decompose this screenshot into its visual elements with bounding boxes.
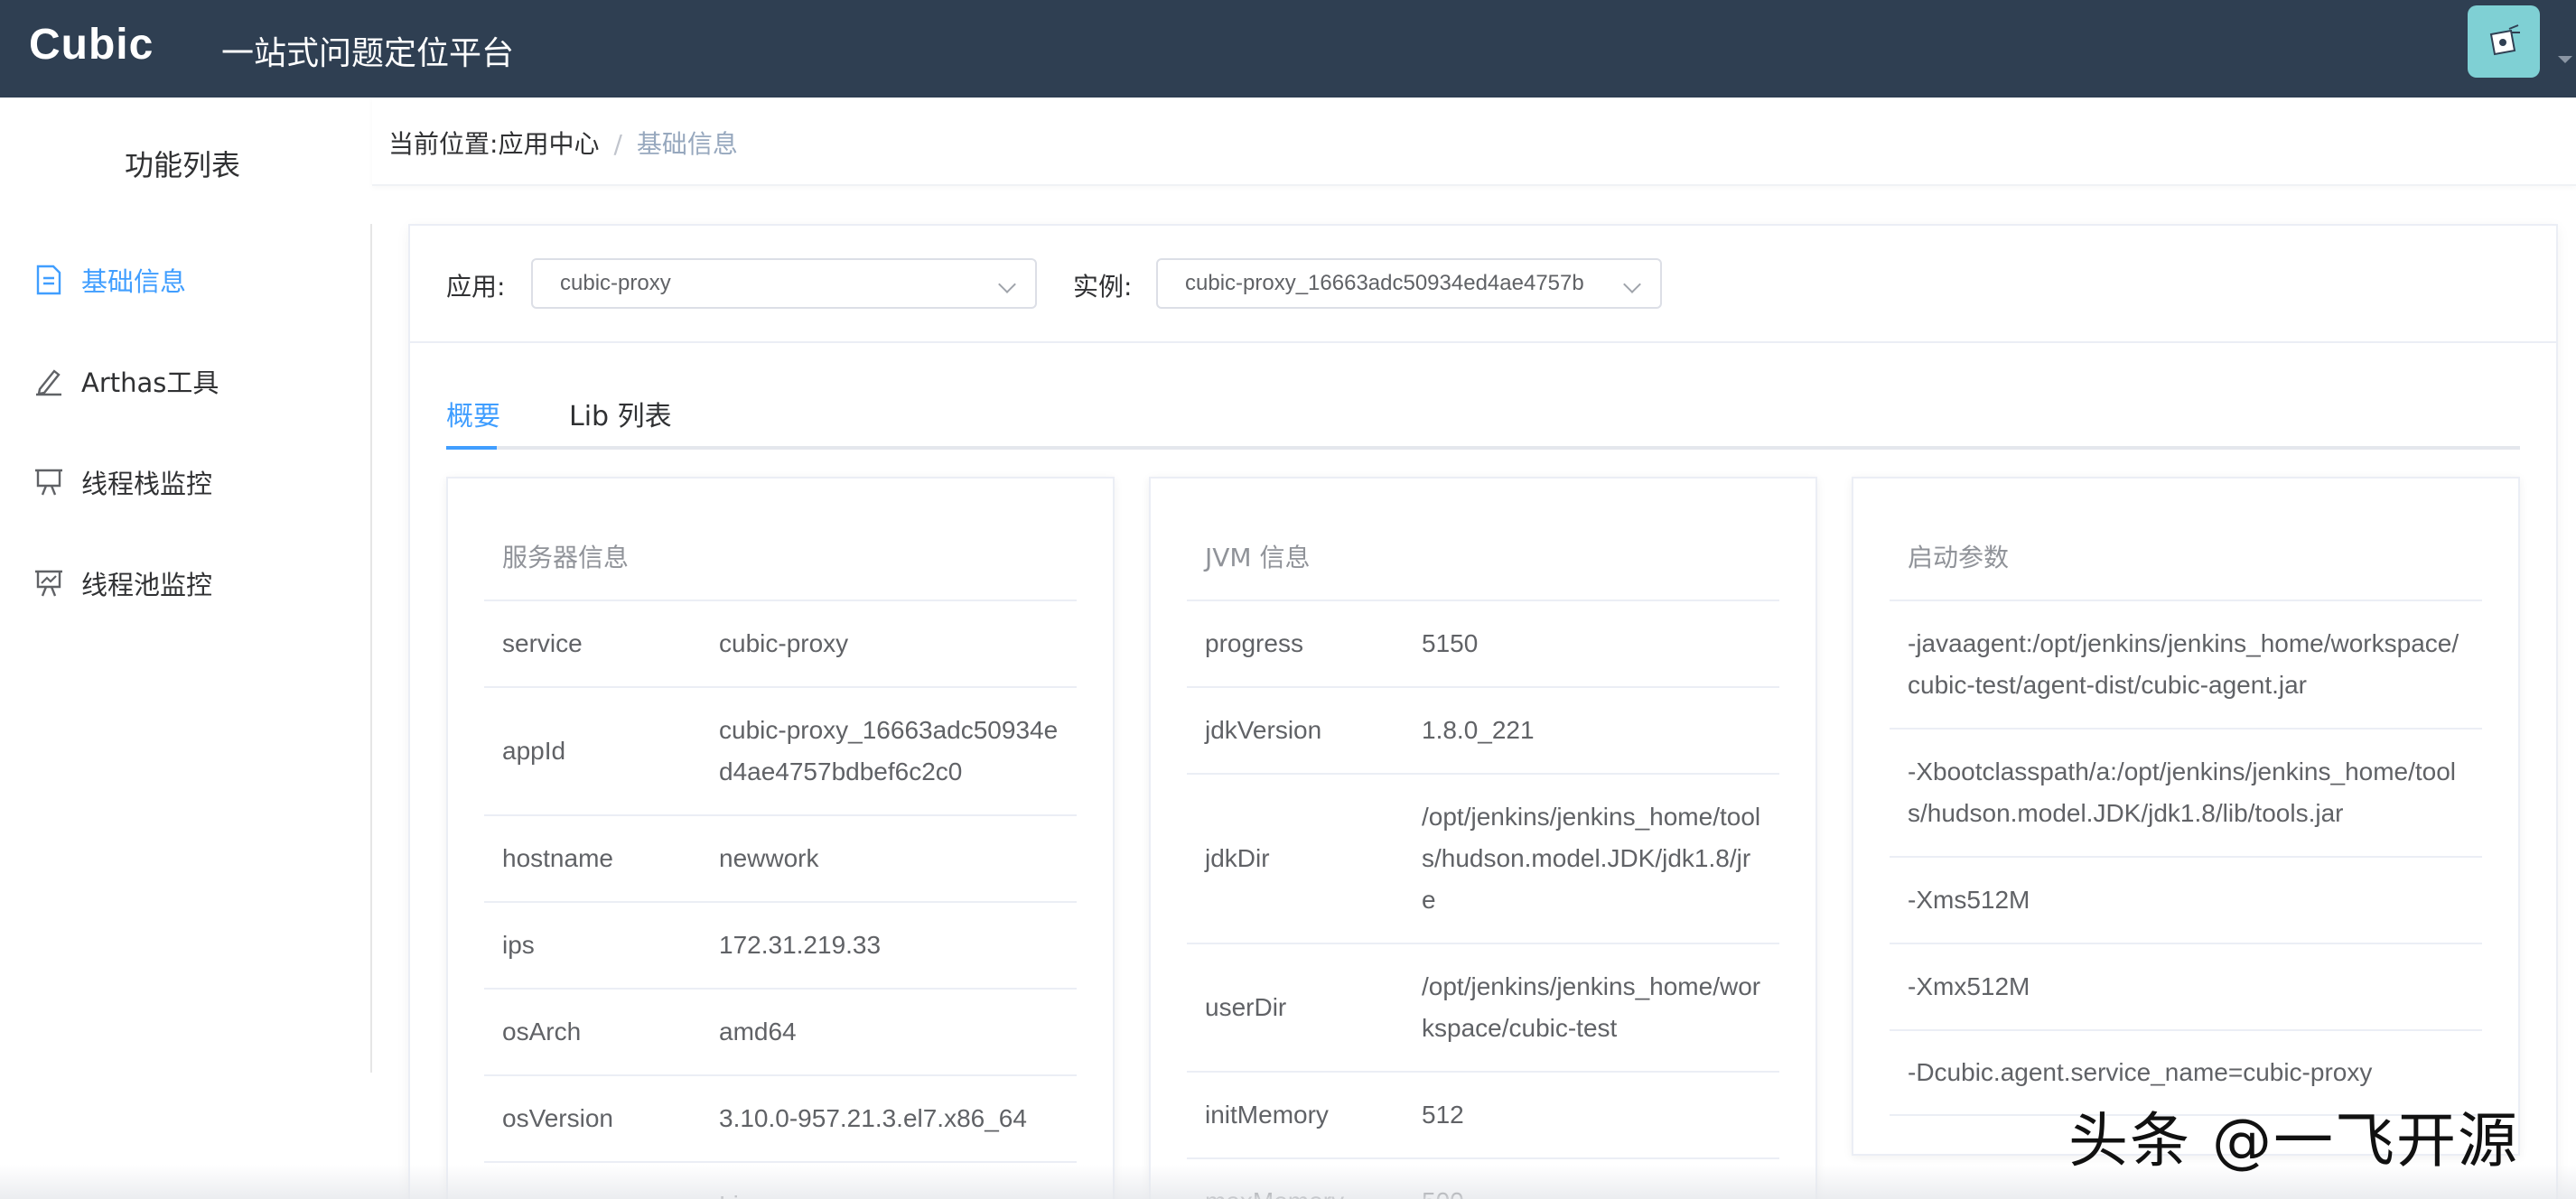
row-value: newwork — [719, 844, 819, 872]
row-key: osVersion — [502, 1104, 613, 1132]
instance-select[interactable]: cubic-proxy_16663adc50934ed4ae4757b — [1156, 258, 1662, 309]
app-select[interactable]: cubic-proxy — [531, 258, 1037, 309]
list-item: -javaagent:/opt/jenkins/jenkins_home/wor… — [1890, 600, 2482, 728]
sidebar-item-label: Arthas工具 — [81, 367, 219, 398]
chevron-down-icon — [1623, 275, 1641, 293]
pencil-icon — [33, 365, 65, 397]
row-key: jdkVersion — [1205, 716, 1322, 744]
user-avatar[interactable] — [2468, 5, 2540, 78]
watermark: 头条 @一飞开源 — [2068, 1106, 2519, 1176]
table-row: hostname newwork — [484, 814, 1077, 901]
row-key: progress — [1205, 629, 1303, 657]
tab-lib-list[interactable]: Lib 列表 — [569, 394, 672, 433]
row-value: 3.10.0-957.21.3.el7.x86_64 — [719, 1104, 1027, 1132]
row-key: appId — [502, 737, 566, 765]
row-key: jdkDir — [1205, 844, 1270, 872]
panel-title: JVM 信息 — [1205, 543, 1311, 572]
table-row: jdkVersion 1.8.0_221 — [1187, 686, 1779, 773]
sidebar-item-label: 基础信息 — [81, 266, 187, 297]
breadcrumb-separator: / — [613, 129, 622, 159]
server-info-panel: 服务器信息 service cubic-proxy appId cubic-pr… — [446, 477, 1115, 1199]
sidebar-title: 功能列表 — [124, 148, 240, 182]
panel-title: 服务器信息 — [502, 543, 630, 572]
instance-select-value: cubic-proxy_16663adc50934ed4ae4757b — [1185, 271, 1584, 295]
startup-args-list: -javaagent:/opt/jenkins/jenkins_home/wor… — [1890, 600, 2482, 1116]
row-key: service — [502, 629, 583, 657]
app-select-label: 应用: — [446, 272, 506, 302]
row-value: amd64 — [719, 1018, 797, 1046]
row-key: osArch — [502, 1018, 582, 1046]
list-item: -Xmx512M — [1890, 943, 2482, 1029]
app-logo[interactable]: Cubic — [29, 20, 154, 70]
table-row: osArch amd64 — [484, 988, 1077, 1074]
sidebar-item-basic-info[interactable]: 基础信息 — [33, 253, 186, 307]
app-select-value: cubic-proxy — [560, 271, 671, 295]
server-info-table: service cubic-proxy appId cubic-proxy_16… — [484, 600, 1077, 1199]
row-value: /opt/jenkins/jenkins_home/tools/hudson.m… — [1422, 803, 1761, 914]
row-value: 172.31.219.33 — [719, 931, 882, 959]
panel-title: 启动参数 — [1908, 543, 2010, 572]
table-row: appId cubic-proxy_16663adc50934ed4ae4757… — [484, 686, 1077, 814]
row-value: cubic-proxy — [719, 629, 849, 657]
table-row: ips 172.31.219.33 — [484, 901, 1077, 988]
row-value: 512 — [1422, 1101, 1464, 1129]
sidebar-item-thread-stack[interactable]: 线程栈监控 — [33, 455, 212, 509]
chevron-down-icon — [998, 275, 1016, 293]
easel-icon — [33, 466, 65, 498]
table-row: jdkDir /opt/jenkins/jenkins_home/tools/h… — [1187, 773, 1779, 943]
breadcrumb: 当前位置:应用中心 / 基础信息 — [388, 125, 738, 161]
row-key: ips — [502, 931, 535, 959]
sidebar-item-thread-pool[interactable]: 线程池监控 — [33, 556, 212, 610]
breadcrumb-parent[interactable]: 应用中心 — [498, 129, 599, 159]
arg-value: -Xbootclasspath/a:/opt/jenkins/jenkins_h… — [1908, 758, 2457, 827]
tab-overview[interactable]: 概要 — [446, 394, 500, 433]
arg-value: -Xms512M — [1908, 886, 2030, 914]
row-value: 5150 — [1422, 629, 1479, 657]
table-row: progress 5150 — [1187, 600, 1779, 686]
row-key: userDir — [1205, 993, 1287, 1021]
breadcrumb-prefix: 当前位置: — [388, 129, 499, 159]
user-avatar-icon — [2489, 24, 2520, 56]
active-tab-indicator — [446, 446, 497, 450]
breadcrumb-current: 基础信息 — [636, 129, 738, 159]
top-header: Cubic 一站式问题定位平台 — [0, 0, 2576, 98]
table-row: osVersion 3.10.0-957.21.3.el7.x86_64 — [484, 1074, 1077, 1161]
sidebar-item-label: 线程池监控 — [81, 570, 213, 600]
list-item: -Xbootclasspath/a:/opt/jenkins/jenkins_h… — [1890, 728, 2482, 856]
document-icon — [33, 264, 65, 296]
startup-args-panel: 启动参数 -javaagent:/opt/jenkins/jenkins_hom… — [1852, 477, 2520, 1156]
list-item: -Xms512M — [1890, 856, 2482, 943]
arg-value: -Xmx512M — [1908, 972, 2030, 1000]
jvm-info-panel: JVM 信息 progress 5150 jdkVersion 1.8.0_22… — [1149, 477, 1817, 1199]
breadcrumb-bar: 当前位置:应用中心 / 基础信息 — [372, 98, 2576, 186]
row-key: initMemory — [1205, 1101, 1329, 1129]
row-value: 1.8.0_221 — [1422, 716, 1535, 744]
row-value: /opt/jenkins/jenkins_home/workspace/cubi… — [1422, 972, 1761, 1042]
table-row: userDir /opt/jenkins/jenkins_home/worksp… — [1187, 943, 1779, 1071]
tab-bar: 概要 Lib 列表 — [446, 394, 2520, 450]
instance-select-label: 实例: — [1073, 272, 1133, 302]
sidebar-divider — [370, 224, 372, 1073]
app-subtitle: 一站式问题定位平台 — [221, 35, 515, 72]
sidebar-item-arthas[interactable]: Arthas工具 — [33, 354, 219, 408]
arg-value: -javaagent:/opt/jenkins/jenkins_home/wor… — [1908, 629, 2459, 699]
table-row: initMemory 512 — [1187, 1071, 1779, 1157]
table-row: service cubic-proxy — [484, 600, 1077, 686]
jvm-info-table: progress 5150 jdkVersion 1.8.0_221 jdkDi… — [1187, 600, 1779, 1199]
sidebar: 功能列表 基础信息 Arthas工具 线程栈监控 线程池监控 — [0, 98, 372, 1199]
user-menu-caret-icon[interactable] — [2558, 56, 2572, 63]
arg-value: -Dcubic.agent.service_name=cubic-proxy — [1908, 1058, 2373, 1086]
sidebar-item-label: 线程栈监控 — [81, 469, 213, 499]
row-value: cubic-proxy_16663adc50934ed4ae4757bdbef6… — [719, 716, 1059, 785]
chart-board-icon — [33, 567, 65, 600]
row-key: hostname — [502, 844, 613, 872]
selector-row: 应用: cubic-proxy 实例: cubic-proxy_16663adc… — [410, 226, 2556, 343]
